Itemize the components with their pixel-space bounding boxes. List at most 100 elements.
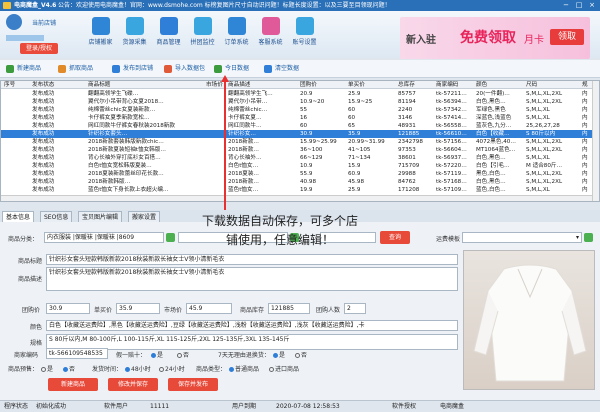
horizontal-scrollbar[interactable] — [1, 195, 592, 201]
toolbar-label: 发布到店铺 — [123, 65, 154, 72]
status-user-label: 软件用户 — [104, 403, 129, 410]
table-row[interactable]: 发布成功 卡仔裤女夏季新款宽松… 卡仔裤女夏… 16 60 3146 tk-57414… 深蓝… — [1, 114, 599, 122]
title-field[interactable]: 针织衫女套头短款韩版新款2018秋装新款长袖女士V领小清新毛衣 — [46, 254, 458, 265]
nav-settings[interactable]: 账号设置 — [292, 14, 317, 57]
import-icon — [164, 65, 172, 73]
publish-button[interactable]: 发布到店铺 — [112, 64, 153, 74]
column-header[interactable]: 商品标题 — [87, 81, 205, 88]
group-price-field[interactable]: 30.9 — [46, 303, 90, 314]
ship-48-radio[interactable]: 48小时 — [124, 364, 151, 373]
preorder-no-radio[interactable]: 否 — [62, 364, 75, 373]
login-button[interactable]: 登录/授权 — [20, 43, 58, 54]
table-row[interactable]: 发布成功 纯棉蕾丝chic女夏装新款… 纯棉蕾丝chic… 55 60 2240 tk-57… — [1, 106, 599, 114]
nav-label: 客服系统 — [258, 39, 283, 46]
seven-no-radio[interactable]: 否 — [294, 350, 307, 359]
table-cell — [205, 186, 223, 194]
column-header[interactable]: 单买价 — [347, 81, 397, 88]
table-cell — [3, 90, 31, 98]
table-cell: 白色,黑色… — [476, 179, 506, 185]
settings-icon — [295, 17, 314, 35]
table-cell: tk-56604… — [436, 147, 467, 153]
column-header[interactable]: 发布状态 — [31, 81, 87, 88]
refund-yes-radio[interactable]: 是 — [150, 350, 163, 359]
new-goods-form-button[interactable]: 新建商品 — [48, 378, 98, 391]
type-normal-radio[interactable]: 普通商品 — [228, 364, 259, 373]
clear-data-button[interactable]: 清空数据 — [264, 64, 299, 74]
table-cell: S,M,L,XL,2XL — [526, 147, 563, 153]
table-cell: 20(一件翻)… — [476, 91, 510, 97]
tab-basic-info[interactable]: 基本信息 — [2, 211, 35, 222]
template-refresh-icon[interactable] — [584, 233, 593, 242]
tab-seo-info[interactable]: SEO信息 — [40, 211, 73, 222]
save-publish-button[interactable]: 保存并发布 — [168, 378, 218, 391]
table-row[interactable]: 发布成功 2018新款韩版… 2018新款… 40.98 45.98 84762 tk-57… — [1, 178, 599, 186]
current-shop-label: 当前店铺 — [32, 20, 57, 27]
table-cell: 66~129 — [300, 155, 323, 161]
maximize-button[interactable]: □ — [573, 1, 585, 10]
nav-monitor[interactable]: 拼团监控 — [190, 14, 215, 57]
column-header[interactable]: 团购价 — [299, 81, 347, 88]
chevron-down-icon: ▾ — [575, 234, 579, 241]
table-cell: 网红同款牛仔裤女春秋装2018新款 — [88, 123, 175, 129]
table-row[interactable]: 发布成功 蓝色t恤女下身长款上衣超火编… 蓝色t恤女… 19.9 25.9 171208 t… — [1, 186, 599, 194]
market-price-field[interactable]: 45.9 — [186, 303, 232, 314]
column-header[interactable]: 尺码 — [525, 81, 581, 88]
vertical-scrollbar[interactable] — [592, 81, 599, 201]
import-button[interactable]: 导入数据包 — [164, 64, 205, 74]
banner-claim-button[interactable]: 领取 — [550, 29, 584, 45]
minimize-button[interactable]: − — [560, 1, 572, 10]
new-goods-button[interactable]: 新建商品 — [6, 64, 41, 74]
table-row[interactable]: 发布成功 翼代尔小吊带背心女夏2018… 翼代尔小吊带… 10.9~20 15.9~25… — [1, 98, 599, 106]
table-row[interactable]: 发布成功 针织衫女套头… 针织衫女… 30.9 35.9 121885 tk-56610… 白… — [1, 130, 599, 138]
table-cell: 发布成功 — [32, 107, 55, 113]
refund-no-radio[interactable]: 否 — [176, 350, 189, 359]
nav-service[interactable]: 客服系统 — [258, 14, 283, 57]
desc-field[interactable]: 针织衫女套头短款韩版新款2018秋装新款长袖女士V领小清新毛衣 — [46, 267, 458, 291]
table-cell — [3, 162, 31, 170]
stock-field[interactable]: 121885 — [268, 303, 310, 314]
desc-label: 商品描述 — [18, 276, 43, 283]
preorder-yes-radio[interactable]: 是 — [40, 364, 53, 373]
table-row[interactable]: 发布成功 网红同款牛仔裤女春秋装2018新款 网红同款牛… 60 65 48931 tk-5… — [1, 122, 599, 130]
template-select[interactable]: ▾ — [462, 232, 582, 243]
table-row[interactable]: 发布成功 2018新款套装韩版新款chic… 2018新款… 15.99~25.99 2… — [1, 138, 599, 146]
close-button[interactable]: × — [586, 1, 598, 10]
today-data-button[interactable]: 今日数据 — [214, 64, 249, 74]
table-row[interactable]: 发布成功 2018夏装新款蕾丝印花长款… 2018夏装… 55.9 60.9 29988 t… — [1, 170, 599, 178]
nav-goods[interactable]: 商品管理 — [156, 14, 181, 57]
nav-shop-move[interactable]: 店铺搬家 — [88, 14, 113, 57]
table-row[interactable]: 发布成功 2018新款夏装短袖t恤女韩版… 2018新款… 36~100 41~105 9… — [1, 146, 599, 154]
column-header[interactable]: 规 — [581, 81, 591, 88]
type-import-radio[interactable]: 进口商品 — [268, 364, 299, 373]
table-cell: 55 — [300, 107, 308, 113]
single-price-field[interactable]: 35.9 — [116, 303, 160, 314]
radio-label: 24小时 — [165, 366, 185, 373]
column-header[interactable]: 总库存 — [397, 81, 435, 88]
column-header[interactable]: 商家编码 — [435, 81, 475, 88]
radio-on-icon — [125, 367, 130, 372]
nav-collect[interactable]: 货源采集 — [122, 14, 147, 57]
column-header[interactable]: 序号 — [3, 81, 31, 88]
table-row[interactable]: 发布成功 背心长袖外穿打底衫女百搭… 背心长袖外… 66~129 71~134 38601… — [1, 154, 599, 162]
save-button[interactable]: 修改并保存 — [108, 378, 158, 391]
column-header[interactable]: 商品描述 — [227, 81, 297, 88]
overlay-line: 铺使用，任意编辑！ — [225, 233, 334, 247]
tab-image-edit[interactable]: 宝贝图片编辑 — [78, 211, 123, 222]
code-field[interactable]: tk-566109548535 — [46, 348, 108, 359]
ship-24-radio[interactable]: 24小时 — [158, 364, 185, 373]
table-row[interactable]: 发布成功 翻翻高领学生飞碟… 翻翻高领学生飞… 20.9 25.9 85757 tk-572… — [1, 90, 599, 98]
promo-banner[interactable]: 新入驻 免费领取 月卡 领取 — [400, 17, 590, 59]
color-field[interactable]: 白色【收藏送运费险】,黑色【收藏送运费险】,豆绿【收藏送运费险】,浅粉【收藏送运… — [46, 320, 458, 331]
grab-goods-button[interactable]: 抓取商品 — [58, 64, 93, 74]
table-row[interactable]: 发布成功 白色t恤女宽松韩版夏装… 白色t恤女… 10.9 15.9 715709 tk-5… — [1, 162, 599, 170]
seven-yes-radio[interactable]: 是 — [272, 350, 285, 359]
group-size-field[interactable]: 2 — [344, 303, 366, 314]
category-field[interactable]: 内衣服装 |保暖袜 |保暖袜 |8609 — [44, 232, 164, 243]
table-cell: 2018夏装新款蕾丝印花长款… — [88, 171, 164, 177]
nav-order[interactable]: 订单系统 — [224, 14, 249, 57]
tab-move-settings[interactable]: 搬家设置 — [128, 211, 161, 222]
column-header[interactable]: 市场价 — [205, 81, 223, 88]
order-icon — [227, 17, 246, 35]
type-label: 商品类型： — [196, 366, 227, 373]
column-header[interactable]: 颜色 — [475, 81, 525, 88]
